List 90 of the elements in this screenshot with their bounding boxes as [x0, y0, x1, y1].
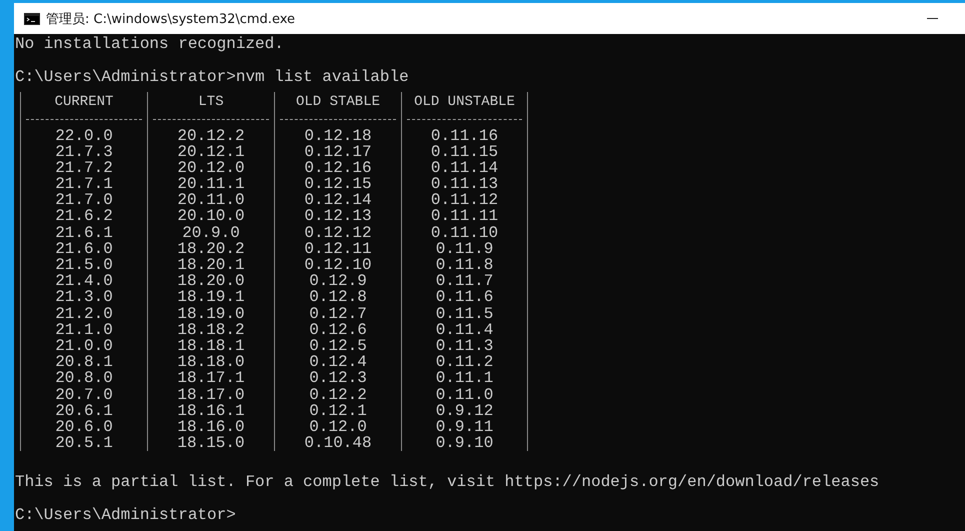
console-line: This is a partial list. For a complete list, visit https://nodejs.org/en/download/releases — [15, 474, 880, 490]
table-cell-text: 18.20.0 — [176, 273, 246, 290]
table-cell-text: 0.11.8 — [434, 257, 494, 274]
table-cell-text: 20.10.0 — [176, 208, 246, 225]
table-cell-text: 0.12.9 — [308, 273, 368, 290]
column-header: OLD STABLE — [294, 94, 381, 110]
table-cell-text: 18.19.1 — [176, 289, 246, 306]
table-cell-text: 20.12.2 — [176, 128, 246, 144]
table-cell-text: 0.12.3 — [308, 370, 368, 386]
table-cell-text: 18.16.0 — [176, 418, 246, 436]
table-cell-text: 18.20.2 — [176, 240, 246, 257]
table-cell-text: 0.11.2 — [434, 354, 494, 370]
table-cell-text: 0.11.4 — [434, 322, 494, 338]
table-cell-text: 0.9.10 — [434, 435, 494, 452]
table-cell-text: 0.11.3 — [434, 338, 494, 354]
table-cell-text: 0.12.11 — [303, 240, 373, 257]
table-cell-text: 18.17.0 — [176, 386, 246, 403]
console-line: No installations recognized. — [15, 36, 284, 52]
table-cell-text: 0.12.17 — [303, 144, 373, 160]
table-cell-text: 20.12.0 — [176, 160, 246, 176]
table-cell-text: 0.12.16 — [303, 160, 373, 176]
table-cell-text: 0.12.12 — [303, 224, 373, 241]
console-line: C:\Users\Administrator>nvm list available — [15, 69, 409, 86]
table-cell-text: 0.12.4 — [308, 354, 368, 370]
table-cell-text: 0.11.5 — [434, 306, 494, 322]
table-cell-text: 21.5.0 — [54, 257, 114, 274]
table-cell-text: 20.9.0 — [181, 224, 241, 241]
table-cell-text: 0.12.15 — [303, 176, 373, 192]
table-cell-text: 0.12.0 — [308, 418, 368, 436]
table-cell-text: 20.7.0 — [54, 386, 114, 403]
table-cell-text: 0.11.12 — [430, 192, 500, 208]
console-line: C:\Users\Administrator> — [15, 506, 236, 524]
table-cell-text: 21.7.0 — [54, 192, 114, 208]
table-cell-text: 20.11.1 — [176, 176, 246, 192]
column-header: CURRENT — [54, 94, 114, 110]
table-cell-text: 22.0.0 — [54, 128, 114, 144]
command-prompt-icon — [24, 12, 40, 24]
table-cell-text: 0.12.6 — [308, 322, 368, 338]
table-cell-text: 20.5.1 — [54, 435, 114, 452]
table-cell-text: 18.18.1 — [176, 338, 246, 354]
table-cell-text: 0.11.1 — [434, 370, 494, 386]
table-cell-text: 21.4.0 — [54, 273, 114, 290]
table-cell-text: 0.12.8 — [308, 289, 368, 306]
table-cell-text: 0.12.14 — [303, 192, 373, 208]
table-cell-text: 20.6.0 — [54, 418, 114, 436]
table-cell-text: 0.10.48 — [303, 435, 373, 452]
table-cell-text: 21.1.0 — [54, 322, 114, 338]
table-cell-text: 18.16.1 — [176, 402, 246, 419]
table-cell-text: 20.11.0 — [176, 192, 246, 208]
table-cell-text: 18.20.1 — [176, 257, 246, 274]
table-cell-text: 18.18.0 — [176, 354, 246, 370]
table-cell-text: 21.6.0 — [54, 240, 114, 257]
window-title: 管理员: C:\windows\system32\cmd.exe — [46, 10, 296, 28]
table-cell-text: 21.6.2 — [54, 208, 114, 225]
table-cell-text: 21.7.1 — [54, 176, 114, 192]
table-cell-text: 0.9.12 — [434, 402, 494, 419]
table-cell-text: 0.11.16 — [430, 128, 500, 144]
table-cell-text: 0.12.5 — [308, 338, 368, 354]
table-cell-text: 21.0.0 — [54, 338, 114, 354]
column-header: LTS — [197, 94, 225, 110]
table-cell-text: 21.6.1 — [54, 224, 114, 241]
table-cell-text: 0.11.10 — [430, 224, 500, 241]
table-cell-text: 0.11.14 — [430, 160, 500, 176]
table-cell-text: 20.8.0 — [54, 370, 114, 386]
table-cell-text: 0.11.11 — [430, 208, 500, 225]
table-cell-text: 21.3.0 — [54, 289, 114, 306]
table-cell-text: 18.19.0 — [176, 306, 246, 322]
table-cell-text: 0.12.2 — [308, 386, 368, 403]
table-cell-text: 20.6.1 — [54, 402, 114, 419]
table-cell-text: 0.11.13 — [430, 176, 500, 192]
table-cell-text: 0.9.11 — [434, 418, 494, 436]
table-cell-text: 18.18.2 — [176, 322, 246, 338]
table-cell-text: 0.11.9 — [434, 240, 494, 257]
table-cell-text: 0.11.0 — [434, 386, 494, 403]
table-cell-text: 18.17.1 — [176, 370, 246, 386]
table-cell-text: 0.11.7 — [434, 273, 494, 290]
table-cell-text: 0.12.18 — [303, 128, 373, 144]
table-cell-text: 0.12.13 — [303, 208, 373, 225]
table-cell-text: 0.11.15 — [430, 144, 500, 160]
column-header: OLD UNSTABLE — [413, 94, 516, 110]
table-cell-text: 20.8.1 — [54, 354, 114, 370]
table-cell-text: 21.7.2 — [54, 160, 114, 176]
table-cell-text: 20.12.1 — [176, 144, 246, 160]
table-cell-text: 18.15.0 — [176, 435, 246, 452]
table-cell-text: 0.12.7 — [308, 306, 368, 322]
table-cell-text: 21.7.3 — [54, 144, 114, 160]
table-cell-text: 21.2.0 — [54, 306, 114, 322]
table-cell-text: 0.12.1 — [308, 402, 368, 419]
table-cell-text: 0.12.10 — [303, 257, 373, 274]
table-cell-text: 0.11.6 — [434, 289, 494, 306]
